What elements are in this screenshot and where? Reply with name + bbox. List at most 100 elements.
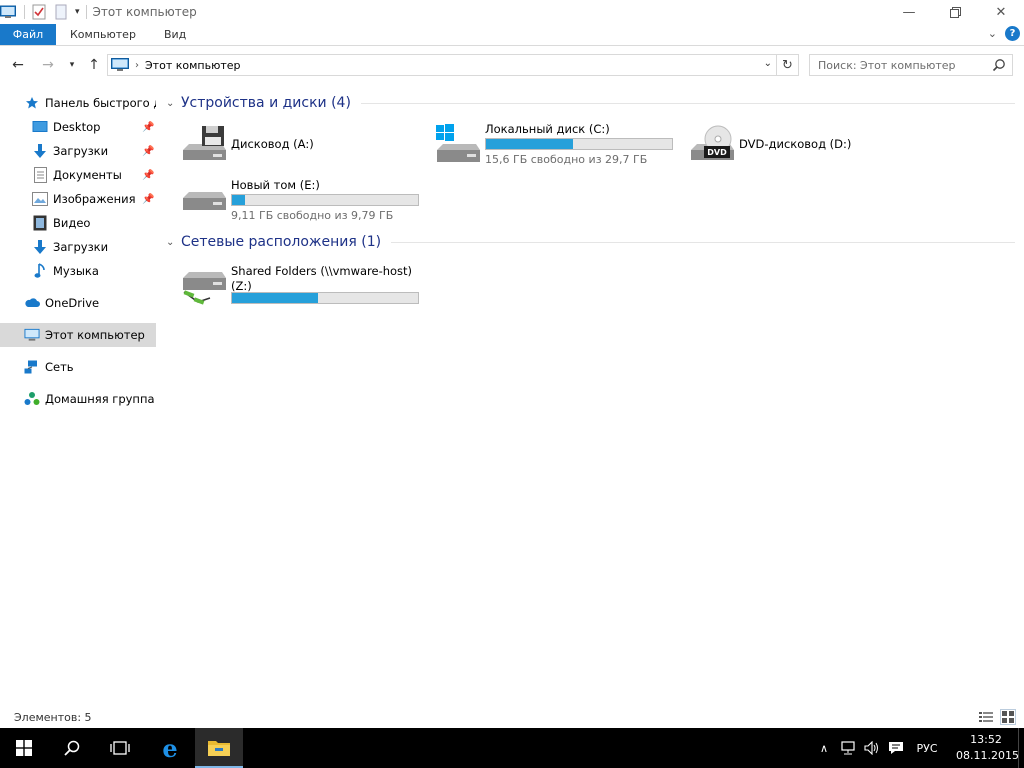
close-button[interactable]: ✕ xyxy=(978,0,1024,24)
new-folder-icon[interactable] xyxy=(53,4,69,20)
computer-icon xyxy=(111,58,129,71)
pin-icon[interactable]: 📌 xyxy=(142,170,154,181)
floppy-drive-icon xyxy=(183,126,226,160)
sidebar-item-downloads[interactable]: Загрузки 📌 xyxy=(0,139,156,163)
explorer-window: ▾ Этот компьютер — ✕ Файл Компьютер Вид … xyxy=(0,0,1024,728)
sidebar-item-videos[interactable]: Видео xyxy=(0,211,156,235)
network-tray-button[interactable] xyxy=(838,728,858,768)
drive-name: Новый том (E:) xyxy=(231,178,320,192)
sidebar-item-label: Домашняя группа xyxy=(45,392,155,406)
address-history-chevron-icon[interactable]: ⌄ xyxy=(764,58,772,69)
task-view-button[interactable] xyxy=(96,728,144,768)
search-input[interactable] xyxy=(818,58,983,72)
back-button[interactable]: ← xyxy=(8,55,28,75)
details-view-button[interactable] xyxy=(978,709,994,725)
search-icon xyxy=(992,59,1005,72)
chevron-up-icon: ∧ xyxy=(819,741,829,755)
sidebar-item-quick-access[interactable]: Панель быстрого доступа xyxy=(0,91,156,115)
network-icon xyxy=(24,359,40,375)
sidebar-item-label: Музыка xyxy=(53,264,99,278)
sidebar-item-homegroup[interactable]: Домашняя группа xyxy=(0,387,156,411)
chevron-down-icon[interactable]: ⌄ xyxy=(166,237,180,248)
breadcrumb-separator-icon[interactable]: › xyxy=(135,60,139,71)
sidebar-item-label: Изображения xyxy=(53,192,136,206)
edge-button[interactable]: e xyxy=(146,728,194,768)
arrow-left-icon: ← xyxy=(12,57,24,73)
up-button[interactable]: ↑ xyxy=(84,55,104,75)
show-hidden-icons-button[interactable]: ∧ xyxy=(816,728,832,768)
drive-name: DVD-дисковод (D:) xyxy=(739,137,852,151)
pin-icon[interactable]: 📌 xyxy=(142,122,154,133)
properties-icon[interactable] xyxy=(31,4,47,20)
customize-toolbar-chevron-icon[interactable]: ▾ xyxy=(75,7,80,17)
sidebar-item-music[interactable]: Музыка xyxy=(0,259,156,283)
drive-name: Локальный диск (C:) xyxy=(485,122,610,136)
clock[interactable]: 13:52 08.11.2015 xyxy=(956,732,1019,764)
volume-tray-button[interactable] xyxy=(862,728,882,768)
minimize-button[interactable]: — xyxy=(886,0,932,24)
help-icon[interactable]: ? xyxy=(1005,26,1020,41)
drive-free-space: 9,11 ГБ свободно из 9,79 ГБ xyxy=(231,209,394,222)
separator xyxy=(24,5,25,19)
action-center-button[interactable] xyxy=(886,728,906,768)
tab-computer[interactable]: Компьютер xyxy=(56,24,150,45)
restore-button[interactable] xyxy=(932,0,978,24)
sidebar-item-label: OneDrive xyxy=(45,296,100,310)
drive-usage-fill xyxy=(232,293,318,303)
sidebar-item-this-pc[interactable]: Этот компьютер xyxy=(0,323,156,347)
computer-icon[interactable] xyxy=(0,4,16,20)
file-explorer-button[interactable] xyxy=(195,728,243,768)
recent-locations-button[interactable]: ▾ xyxy=(62,55,82,75)
tab-file[interactable]: Файл xyxy=(0,24,56,45)
download-icon xyxy=(32,239,48,255)
sidebar-item-downloads-2[interactable]: Загрузки xyxy=(0,235,156,259)
pin-icon[interactable]: 📌 xyxy=(142,146,154,157)
computer-icon xyxy=(24,327,40,343)
sidebar-item-network[interactable]: Сеть xyxy=(0,355,156,379)
chevron-down-icon[interactable]: ⌄ xyxy=(166,98,180,109)
group-devices-and-drives[interactable]: ⌄ Устройства и диски (4) xyxy=(163,93,1015,113)
search-box[interactable] xyxy=(809,54,1013,76)
sidebar-item-desktop[interactable]: Desktop 📌 xyxy=(0,115,156,139)
drive-z[interactable]: Shared Folders (\\vmware-host) (Z:) xyxy=(180,262,430,312)
search-button[interactable] xyxy=(48,728,96,768)
group-network-locations[interactable]: ⌄ Сетевые расположения (1) xyxy=(163,232,1015,252)
breadcrumb-this-pc[interactable]: Этот компьютер xyxy=(145,59,241,72)
navigation-pane: Панель быстрого доступа Desktop 📌 Загруз… xyxy=(0,86,156,706)
dvd-badge: DVD xyxy=(707,148,727,157)
desktop-icon xyxy=(32,119,48,135)
drive-usage-bar xyxy=(485,138,673,150)
drive-usage-fill xyxy=(486,139,574,149)
sidebar-item-pictures[interactable]: Изображения 📌 xyxy=(0,187,156,211)
input-language-indicator[interactable]: РУС xyxy=(912,728,942,768)
collapse-ribbon-chevron-icon[interactable]: ⌄ xyxy=(988,27,997,40)
drive-name-line1: Shared Folders (\\vmware-host) xyxy=(231,264,413,278)
drive-e[interactable]: Новый том (E:) 9,11 ГБ свободно из 9,79 … xyxy=(180,176,430,226)
homegroup-icon xyxy=(24,391,40,407)
drive-d[interactable]: DVD DVD-дисковод (D:) xyxy=(688,124,868,174)
drive-c[interactable]: Локальный диск (C:) 15,6 ГБ свободно из … xyxy=(434,120,684,170)
forward-button[interactable]: → xyxy=(38,55,58,75)
pin-icon[interactable]: 📌 xyxy=(142,194,154,205)
sidebar-item-label: Загрузки xyxy=(53,240,109,254)
title-bar: ▾ Этот компьютер — ✕ xyxy=(0,0,1024,24)
drive-usage-bar xyxy=(231,194,419,206)
tiles-view-button[interactable] xyxy=(1000,709,1016,725)
item-count: Элементов: 5 xyxy=(14,710,92,724)
music-icon xyxy=(32,263,48,279)
tiles-view-icon xyxy=(1002,711,1014,723)
start-button[interactable] xyxy=(0,728,48,768)
hard-drive-icon xyxy=(183,192,226,210)
group-divider xyxy=(360,102,1015,104)
address-bar[interactable]: › Этот компьютер ⌄ ↻ xyxy=(107,54,799,76)
drive-a[interactable]: Дисковод (A:) xyxy=(180,124,340,174)
clock-time: 13:52 xyxy=(970,733,1002,746)
sidebar-item-documents[interactable]: Документы 📌 xyxy=(0,163,156,187)
group-title: Сетевые расположения (1) xyxy=(181,234,382,250)
sidebar-item-onedrive[interactable]: OneDrive xyxy=(0,291,156,315)
tab-view[interactable]: Вид xyxy=(150,24,200,45)
refresh-button[interactable]: ↻ xyxy=(776,55,798,75)
pictures-icon xyxy=(32,191,48,207)
sidebar-item-label: Документы xyxy=(53,168,122,182)
show-desktop-button[interactable] xyxy=(1018,728,1024,768)
